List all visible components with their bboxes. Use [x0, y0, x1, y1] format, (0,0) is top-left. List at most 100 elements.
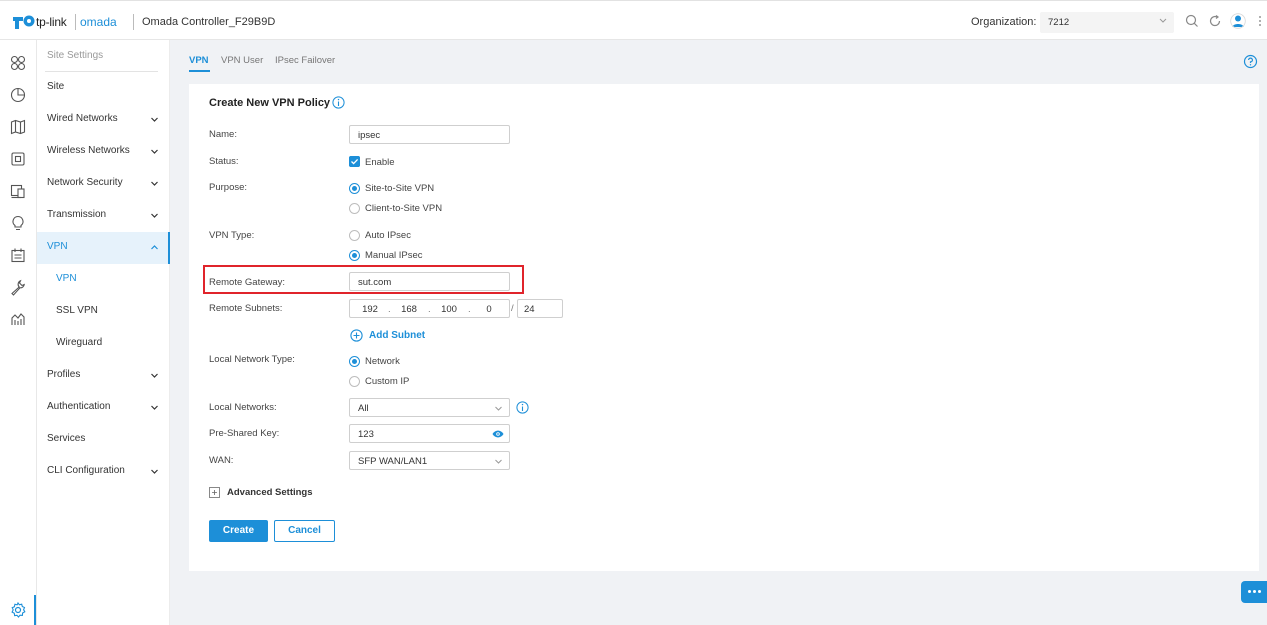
remote-gateway-label: Remote Gateway:: [209, 277, 286, 288]
eye-icon[interactable]: [492, 430, 504, 438]
organization-value: 7212: [1048, 17, 1070, 28]
local-networks-value: All: [358, 403, 369, 414]
psk-value: 123: [358, 429, 374, 440]
create-button[interactable]: Create: [209, 520, 268, 542]
menu-item-profiles[interactable]: Profiles: [37, 360, 170, 392]
organization-label: Organization:: [971, 16, 1037, 28]
menu-item-services[interactable]: Services: [37, 424, 170, 456]
logs-calendar-icon[interactable]: [9, 246, 27, 264]
icon-rail: [0, 40, 37, 625]
user-avatar-icon[interactable]: [1230, 13, 1246, 29]
help-icon[interactable]: [1243, 54, 1258, 69]
menu-subitem-vpn[interactable]: VPN: [37, 264, 170, 296]
devices-icon[interactable]: [9, 150, 27, 168]
clients-icon[interactable]: [9, 182, 27, 200]
rail-active-indicator: [34, 595, 36, 625]
active-indicator: [168, 232, 170, 264]
ip-octet-4[interactable]: 0: [478, 304, 500, 315]
client-to-site-radio[interactable]: [349, 203, 360, 214]
insights-bulb-icon[interactable]: [9, 214, 27, 232]
add-subnet-button[interactable]: Add Subnet: [369, 330, 425, 341]
dashboard-icon[interactable]: [9, 54, 27, 72]
psk-input[interactable]: 123: [349, 424, 510, 443]
auto-ipsec-radio[interactable]: [349, 230, 360, 241]
info-icon[interactable]: [332, 96, 345, 109]
menu-item-vpn[interactable]: VPN: [37, 232, 170, 264]
wan-select[interactable]: SFP WAN/LAN1: [349, 451, 510, 470]
menu-header-site-settings: Site Settings: [37, 40, 170, 72]
menu-item-label: Network Security: [47, 177, 123, 188]
chat-dot: [1253, 590, 1256, 593]
local-networks-select[interactable]: All: [349, 398, 510, 417]
network-label: Network: [365, 356, 400, 367]
ip-octet-3[interactable]: 100: [438, 304, 460, 315]
ip-dot: .: [428, 304, 431, 315]
remote-subnets-label: Remote Subnets:: [209, 303, 283, 314]
search-icon[interactable]: [1184, 13, 1200, 29]
settings-gear-icon[interactable]: [9, 601, 27, 619]
tp-link-logo-icon: [13, 15, 35, 29]
ip-octet-2[interactable]: 168: [398, 304, 420, 315]
menu-item-transmission[interactable]: Transmission: [37, 200, 170, 232]
brand-omada: omada: [80, 15, 117, 29]
menu-item-wireless-networks[interactable]: Wireless Networks: [37, 136, 170, 168]
chevron-down-icon: [151, 213, 158, 218]
menu-item-label: Wired Networks: [47, 113, 118, 124]
chevron-down-icon: [151, 373, 158, 378]
chevron-down-icon: [495, 459, 502, 464]
more-vertical-icon[interactable]: [1256, 13, 1264, 29]
enable-checkbox[interactable]: [349, 156, 360, 167]
chevron-down-icon: [151, 405, 158, 410]
chat-support-button[interactable]: [1241, 581, 1267, 603]
brand-tplink: tp-link: [36, 15, 67, 29]
psk-label: Pre-Shared Key:: [209, 428, 280, 439]
local-network-type-label: Local Network Type:: [209, 354, 295, 365]
tab-vpn-user[interactable]: VPN User: [221, 55, 263, 66]
prefix-slash: /: [511, 303, 514, 314]
chevron-down-icon: [151, 117, 158, 122]
expand-plus-icon[interactable]: [209, 487, 220, 498]
reports-chart-icon[interactable]: [9, 310, 27, 328]
menu-item-network-security[interactable]: Network Security: [37, 168, 170, 200]
add-circle-icon[interactable]: [350, 329, 363, 342]
site-to-site-radio[interactable]: [349, 183, 360, 194]
vpn-policy-card: Create New VPN Policy Name: ipsec Status…: [189, 84, 1259, 571]
status-label: Status:: [209, 156, 239, 167]
menu-item-label: Services: [47, 433, 86, 444]
statistics-pie-icon[interactable]: [9, 86, 27, 104]
remote-subnet-ip-input[interactable]: 192 . 168 . 100 . 0: [349, 299, 510, 318]
menu-item-cli-configuration[interactable]: CLI Configuration: [37, 456, 170, 488]
info-icon[interactable]: [516, 401, 529, 414]
page-title: Create New VPN Policy: [209, 97, 331, 109]
menu-item-label: Wireguard: [56, 337, 103, 348]
ip-octet-1[interactable]: 192: [359, 304, 381, 315]
tab-active-underline: [189, 70, 210, 72]
vpn-type-label: VPN Type:: [209, 230, 255, 241]
menu-item-site[interactable]: Site: [37, 72, 170, 104]
menu-subitem-wireguard[interactable]: Wireguard: [37, 328, 170, 360]
remote-gateway-input[interactable]: sut.com: [349, 272, 510, 291]
subnet-prefix-input[interactable]: 24: [517, 299, 563, 318]
advanced-settings-toggle[interactable]: Advanced Settings: [227, 487, 313, 498]
network-radio[interactable]: [349, 356, 360, 367]
cancel-button[interactable]: Cancel: [274, 520, 335, 542]
top-bar: tp-link omada Omada Controller_F29B9D Or…: [0, 0, 1267, 40]
refresh-icon[interactable]: [1207, 13, 1223, 29]
tools-wrench-icon[interactable]: [9, 278, 27, 296]
menu-item-wired-networks[interactable]: Wired Networks: [37, 104, 170, 136]
subnet-prefix-value: 24: [524, 304, 535, 315]
menu-item-authentication[interactable]: Authentication: [37, 392, 170, 424]
tab-vpn[interactable]: VPN: [189, 55, 209, 66]
menu-subitem-ssl-vpn[interactable]: SSL VPN: [37, 296, 170, 328]
tab-ipsec-failover[interactable]: IPsec Failover: [275, 55, 335, 66]
menu-item-label: CLI Configuration: [47, 465, 125, 476]
map-icon[interactable]: [9, 118, 27, 136]
organization-select[interactable]: 7212: [1040, 12, 1174, 33]
manual-ipsec-radio[interactable]: [349, 250, 360, 261]
custom-ip-radio[interactable]: [349, 376, 360, 387]
divider: [133, 14, 134, 30]
menu-item-label: Transmission: [47, 209, 107, 220]
name-input[interactable]: ipsec: [349, 125, 510, 144]
ip-dot: .: [388, 304, 391, 315]
chevron-down-icon: [151, 469, 158, 474]
